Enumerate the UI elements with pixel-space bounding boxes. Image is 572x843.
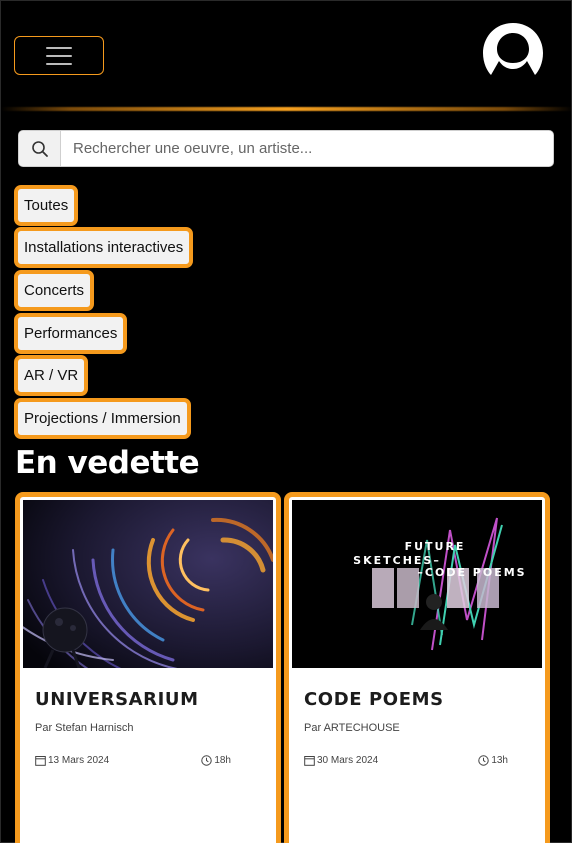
- event-date: 30 Mars 2024: [304, 755, 378, 766]
- clock-icon: [201, 755, 213, 766]
- event-meta: 13 Mars 2024 18h: [35, 755, 261, 771]
- event-author: Par Stefan Harnisch: [35, 722, 134, 734]
- menu-icon: [46, 46, 72, 65]
- event-title[interactable]: UNIVERSARIUM: [35, 689, 261, 710]
- event-date: 13 Mars 2024: [35, 755, 109, 766]
- event-card-body: CODE POEMS Par ARTECHOUSE 30 Mars 2024 1…: [289, 671, 545, 843]
- search-bar: [18, 130, 554, 167]
- search-button[interactable]: [19, 131, 61, 166]
- featured-section-title: En vedette: [15, 445, 200, 481]
- navbar: [1, 1, 572, 109]
- event-card[interactable]: UNIVERSARIUM Par Stefan Harnisch 13 Mars…: [15, 492, 281, 843]
- event-date-text: 13 Mars 2024: [48, 755, 110, 766]
- filter-chip-installations[interactable]: Installations interactives: [14, 227, 194, 268]
- event-author: Par ARTECHOUSE: [304, 722, 400, 734]
- event-card-body: UNIVERSARIUM Par Stefan Harnisch 13 Mars…: [20, 671, 276, 843]
- event-meta: 30 Mars 2024 13h: [304, 755, 530, 771]
- search-icon: [31, 140, 48, 157]
- event-image: FUTURE SKETCHES– –CODE POEMS: [292, 500, 542, 668]
- search-input[interactable]: [61, 131, 553, 166]
- event-time: 18h: [201, 755, 231, 766]
- logo-icon[interactable]: [479, 21, 547, 77]
- filter-chip-ar-vr[interactable]: AR / VR: [14, 355, 89, 396]
- header-divider: [1, 107, 572, 111]
- filter-chip-concerts[interactable]: Concerts: [14, 270, 95, 311]
- event-title[interactable]: CODE POEMS: [304, 689, 530, 710]
- filter-chip-projections[interactable]: Projections / Immersion: [14, 398, 191, 439]
- poster-text-line-1: FUTURE: [405, 540, 466, 553]
- event-date-text: 30 Mars 2024: [317, 755, 379, 766]
- event-time-text: 13h: [491, 755, 508, 766]
- clock-icon: [478, 755, 490, 766]
- calendar-icon: [35, 756, 46, 766]
- menu-toggle-button[interactable]: [14, 36, 104, 75]
- event-time-text: 18h: [214, 755, 231, 766]
- event-time: 13h: [478, 755, 508, 766]
- poster-text-line-3: –CODE POEMS: [417, 566, 526, 579]
- filter-chip-performances[interactable]: Performances: [14, 313, 128, 354]
- calendar-icon: [304, 756, 315, 766]
- filter-chip-toutes[interactable]: Toutes: [14, 185, 79, 226]
- event-card[interactable]: FUTURE SKETCHES– –CODE POEMS CODE POEMS …: [284, 492, 550, 843]
- event-image: [23, 500, 273, 668]
